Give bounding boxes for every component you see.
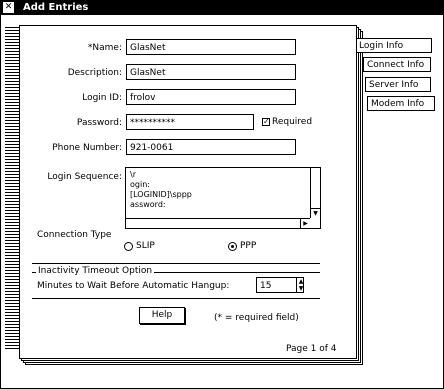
horizontal-scrollbar[interactable]: ▶ (126, 218, 310, 228)
add-entries-window: ✕ Add Entries Login Info Connect Info Se… (0, 0, 444, 389)
connection-type-label: Connection Type (37, 230, 112, 240)
phone-number-field[interactable]: 921-0061 (126, 139, 296, 155)
slip-radio-label: SLIP (136, 241, 155, 251)
tab-label: Modem Info (371, 99, 425, 109)
tab-modem-info[interactable]: Modem Info (367, 96, 435, 111)
title-bar: ✕ Add Entries (1, 1, 443, 15)
required-checkbox-label: Required (272, 117, 313, 127)
name-field[interactable]: GlasNet (126, 39, 296, 55)
help-button[interactable]: Help (139, 307, 185, 324)
help-button-label: Help (151, 310, 173, 320)
window-title: Add Entries (23, 2, 89, 13)
spin-up-icon[interactable]: ▲ (297, 278, 305, 285)
scroll-right-icon[interactable]: ▶ (300, 219, 310, 228)
required-checkbox[interactable]: ✓ (262, 118, 270, 126)
tab-label: Login Info (359, 41, 404, 51)
slip-radio[interactable] (124, 242, 133, 251)
description-field[interactable]: GlasNet (126, 64, 296, 80)
minutes-spin-buttons[interactable]: ▲ ▼ (296, 278, 305, 292)
login-sequence-line: \r (130, 170, 136, 179)
tab-login-info[interactable]: Login Info (356, 38, 432, 53)
login-id-label: Login ID: (82, 93, 122, 103)
tab-connect-info[interactable]: Connect Info (363, 57, 431, 72)
required-field-note: (* = required field) (214, 313, 299, 323)
tab-label: Connect Info (367, 60, 425, 70)
inactivity-group-label: Inactivity Timeout Option (36, 266, 155, 276)
vertical-scrollbar[interactable]: ▼ (310, 168, 320, 218)
login-sequence-line: [LOGINID]\sppp (130, 190, 192, 199)
password-field[interactable]: ********** (126, 114, 254, 130)
login-sequence-line: ogin: (130, 180, 150, 189)
page-indicator: Page 1 of 4 (286, 344, 337, 354)
tab-label: Server Info (369, 80, 419, 90)
ppp-radio[interactable] (228, 242, 237, 251)
login-id-field[interactable]: frolov (126, 89, 296, 105)
spin-down-icon[interactable]: ▼ (297, 285, 305, 292)
login-sequence-textarea[interactable]: \r ogin: [LOGINID]\sppp assword: ▼ ▶ (125, 167, 321, 229)
name-label: *Name: (87, 43, 122, 53)
password-label: Password: (76, 118, 122, 128)
tab-server-info[interactable]: Server Info (365, 77, 431, 92)
ppp-radio-label: PPP (240, 241, 257, 251)
description-label: Description: (67, 68, 122, 78)
minutes-label: Minutes to Wait Before Automatic Hangup: (37, 281, 230, 291)
scroll-down-icon[interactable]: ▼ (311, 208, 320, 218)
divider-line (32, 263, 320, 264)
login-sequence-label: Login Sequence: (47, 172, 122, 182)
inactivity-group-bottom-line (32, 298, 320, 299)
system-menu-icon[interactable]: ✕ (3, 2, 14, 13)
login-sequence-line: assword: (130, 200, 166, 209)
phone-number-label: Phone Number: (52, 143, 122, 153)
